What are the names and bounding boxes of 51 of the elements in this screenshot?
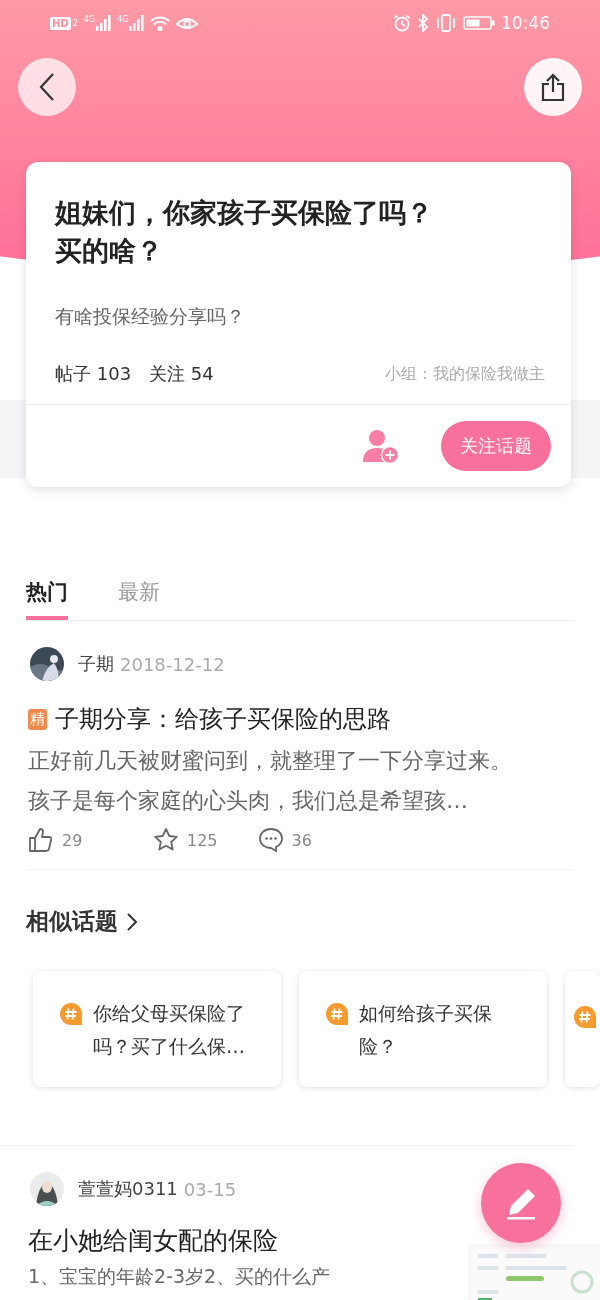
bluetooth-icon xyxy=(417,14,429,32)
post-title[interactable]: 在小她给闺女配的保险 xyxy=(28,1224,470,1257)
post-excerpt: 正好前几天被财蜜问到，就整理了一下分享过来。孩子是每个家庭的心头肉，我们总是希望孩… xyxy=(28,747,513,815)
wifi-icon xyxy=(150,15,171,31)
topic-title: 姐妹们，你家孩子买保险了吗？买的啥？ xyxy=(55,196,434,268)
comment-icon xyxy=(257,827,284,853)
featured-badge: 精 xyxy=(28,708,47,730)
hashtag-icon xyxy=(325,1002,349,1026)
post-excerpt: 1、宝宝的年龄2-3岁2、买的什么产 xyxy=(28,1265,331,1287)
back-icon xyxy=(38,72,56,102)
topic-title: 你给父母买保险了吗？买了什么保… xyxy=(93,1001,246,1059)
post-title[interactable]: 子期分享：给孩子买保险的思路 xyxy=(55,703,391,735)
topic-card[interactable] xyxy=(565,971,600,1087)
chevron-right-icon xyxy=(126,911,138,932)
tab[interactable]: 热门 xyxy=(26,560,68,620)
pencil-icon xyxy=(504,1186,538,1220)
eye-icon xyxy=(176,15,199,31)
follower-count: 关注 54 xyxy=(149,362,214,386)
clock-time: 10:46 xyxy=(501,13,550,33)
invite-button[interactable] xyxy=(363,428,399,464)
share-button[interactable] xyxy=(524,58,582,116)
thumbs-up-icon xyxy=(28,827,54,853)
post-date: 03-15 xyxy=(183,1178,237,1200)
network-label: 4G xyxy=(117,15,129,24)
topic-title: 如何给孩子买保险？ xyxy=(359,1001,493,1059)
alarm-icon xyxy=(393,14,411,32)
signal-icon xyxy=(95,15,112,31)
like-button[interactable]: 29 xyxy=(28,827,113,853)
post-count: 帖子 103 xyxy=(55,362,132,386)
add-person-icon xyxy=(363,428,399,464)
hd-badge: HD xyxy=(50,16,71,30)
topic-card[interactable]: 如何给孩子买保险？ xyxy=(299,971,547,1087)
back-button[interactable] xyxy=(18,58,76,116)
sim-index: 2 xyxy=(72,18,78,28)
topic-description: 有啥投保经验分享吗？ xyxy=(55,304,246,329)
battery-icon xyxy=(463,15,495,31)
post-date: 2018-12-12 xyxy=(120,653,225,675)
topic-card[interactable]: 你给父母买保险了吗？买了什么保… xyxy=(33,971,281,1087)
author-name[interactable]: 萱萱妈0311 xyxy=(78,1177,178,1201)
hashtag-icon xyxy=(573,1005,597,1029)
vibrate-icon xyxy=(435,14,457,32)
compose-button[interactable] xyxy=(481,1163,561,1243)
share-icon xyxy=(541,73,565,101)
network-label: 4G xyxy=(83,15,96,24)
author-name[interactable]: 子期 xyxy=(78,652,114,676)
similar-topics-link[interactable]: 相似话题 xyxy=(26,906,138,937)
star-icon xyxy=(153,827,179,853)
hashtag-icon xyxy=(59,1002,83,1026)
favorite-button[interactable]: 125 xyxy=(153,827,218,853)
comment-button[interactable]: 36 xyxy=(257,827,312,853)
signal-icon xyxy=(128,15,145,31)
